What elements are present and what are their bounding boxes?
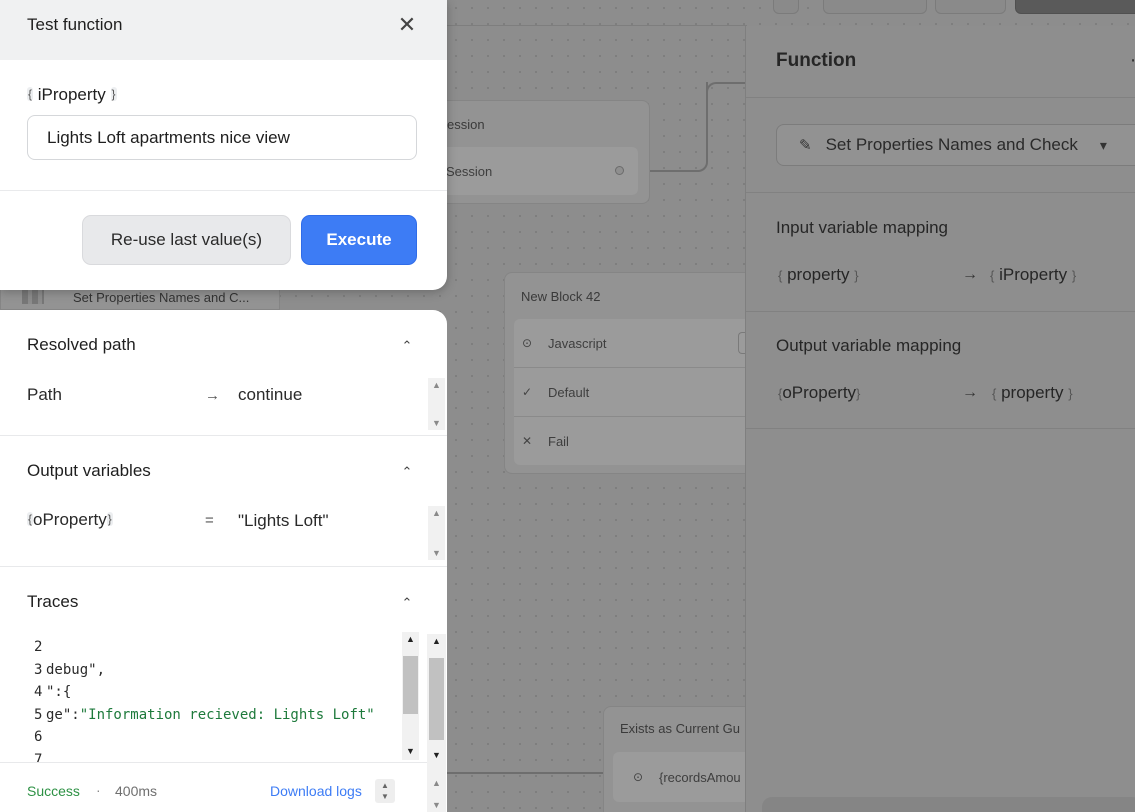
modal-title: Test function (27, 15, 123, 34)
exists-block-title: Exists as Current Gu (620, 721, 740, 736)
output-mapping-from[interactable]: {oProperty} (778, 383, 860, 403)
close-icon[interactable]: ✕ (396, 12, 418, 38)
download-logs-link[interactable]: Download logs (270, 783, 362, 799)
connector-line (447, 740, 617, 774)
output-variable-key: {oProperty} (27, 510, 113, 529)
session-block-row[interactable]: Session (440, 147, 638, 195)
trace-line: 7 (34, 752, 43, 762)
separator-dot: · (96, 782, 101, 798)
trace-line: 6 (34, 729, 43, 745)
toolbar-primary-button[interactable] (1015, 0, 1135, 14)
divider (746, 97, 1135, 98)
divider (0, 566, 447, 567)
resolved-path-title: Resolved path (27, 335, 136, 354)
panel-footer (762, 797, 1135, 812)
block-row-javascript[interactable]: ⊙ Javascript (520, 330, 740, 356)
toolbar-divider (447, 25, 747, 26)
toolbar-button[interactable] (773, 0, 799, 14)
scrollbar[interactable]: ▲ ▼ (428, 506, 445, 560)
exists-block-row[interactable]: ⊙ {recordsAmou (613, 752, 753, 802)
function-select[interactable]: ✎ Set Properties Names and Check ▾ (776, 124, 1135, 166)
input-mapping-from[interactable]: { property } (778, 265, 859, 285)
arrow-right-icon: → (205, 387, 220, 404)
input-variable-label: { iProperty } (27, 85, 117, 104)
divider (746, 192, 1135, 193)
reuse-last-values-button[interactable]: Re-use last value(s) (82, 215, 291, 265)
block-42-title: New Block 42 (521, 289, 601, 304)
trace-line: 2 (34, 639, 43, 655)
traces-log[interactable]: 2 3 debug", 4 ":{ 5 ge":"Information reciev… (24, 632, 420, 762)
arrow-right-icon: → (962, 384, 978, 401)
chevron-up-icon[interactable]: ⌃ (399, 595, 415, 611)
chevron-up-icon[interactable]: ⌃ (399, 464, 415, 480)
code-icon: ⊙ (521, 336, 533, 350)
session-row-label: Session (446, 163, 493, 179)
equals-sign: = (205, 512, 214, 529)
pencil-icon: ✎ (799, 137, 812, 154)
check-icon: ✓ (521, 385, 533, 399)
exists-row-label: {recordsAmou (659, 769, 741, 785)
results-footer: Success · 400ms Download logs ▲ ▼ (0, 762, 427, 812)
trace-line: 4 ":{ (34, 684, 72, 700)
output-mapping-title: Output variable mapping (776, 336, 962, 355)
more-icon[interactable]: ⋯ (1130, 50, 1135, 71)
block-row-label: Javascript (548, 335, 607, 351)
row-divider (514, 367, 754, 368)
input-variable-field[interactable] (27, 115, 417, 160)
step-icon (22, 290, 44, 304)
traces-title: Traces (27, 592, 79, 611)
canvas-step-label: Set Properties Names and C... (73, 290, 250, 305)
x-icon: ✕ (521, 434, 533, 448)
divider (746, 428, 1135, 429)
block-row-default[interactable]: ✓ Default (520, 379, 740, 405)
output-variable-value: "Lights Loft" (238, 511, 329, 530)
path-value: continue (238, 385, 303, 404)
test-function-modal: Test function ✕ { iProperty } Re-use las… (0, 0, 447, 290)
chevron-down-icon: ▾ (1099, 136, 1107, 153)
results-panel: Resolved path ⌃ Path → continue ▲ ▼ Outpu… (0, 310, 447, 812)
execution-duration: 400ms (115, 783, 158, 799)
path-key: Path (27, 385, 62, 404)
divider (0, 435, 447, 436)
output-port[interactable] (615, 166, 624, 175)
output-mapping-to[interactable]: { property } (992, 383, 1073, 403)
code-icon: ⊙ (632, 770, 644, 784)
trace-line: 5 ge":"Information recieved: Lights Loft" (34, 707, 375, 723)
scrollbar[interactable]: ▲ ▼ (428, 378, 445, 430)
traces-scrollbar[interactable]: ▲ ▼ (402, 632, 419, 760)
scrollbar-thumb[interactable] (403, 656, 418, 714)
arrow-right-icon: → (962, 266, 978, 283)
execute-button[interactable]: Execute (301, 215, 417, 265)
function-panel: Function ⋯ ✎ Set Properties Names and Ch… (745, 26, 1135, 812)
chevron-up-icon[interactable]: ⌃ (399, 338, 415, 354)
results-scrollbar[interactable]: ▲ ▼ ▲ ▼ (427, 634, 446, 812)
row-divider (514, 416, 754, 417)
toolbar-button[interactable] (823, 0, 927, 14)
function-panel-title: Function (776, 50, 857, 71)
input-mapping-title: Input variable mapping (776, 218, 949, 237)
status-badge: Success (27, 783, 80, 799)
trace-line: 3 debug", (34, 662, 106, 678)
scrollbar-thumb[interactable] (429, 658, 444, 740)
scroll-stepper[interactable]: ▲ ▼ (375, 779, 395, 803)
block-row-fail[interactable]: ✕ Fail (520, 428, 740, 454)
divider (746, 311, 1135, 312)
block-row-label: Default (548, 384, 590, 400)
toolbar-button[interactable] (935, 0, 1006, 14)
session-block-title: ession (447, 117, 485, 132)
block-row-label: Fail (548, 433, 569, 449)
divider (0, 190, 447, 191)
input-mapping-to[interactable]: { iProperty } (990, 265, 1076, 285)
output-variables-title: Output variables (27, 461, 151, 480)
function-select-value: Set Properties Names and Check (825, 135, 1078, 154)
